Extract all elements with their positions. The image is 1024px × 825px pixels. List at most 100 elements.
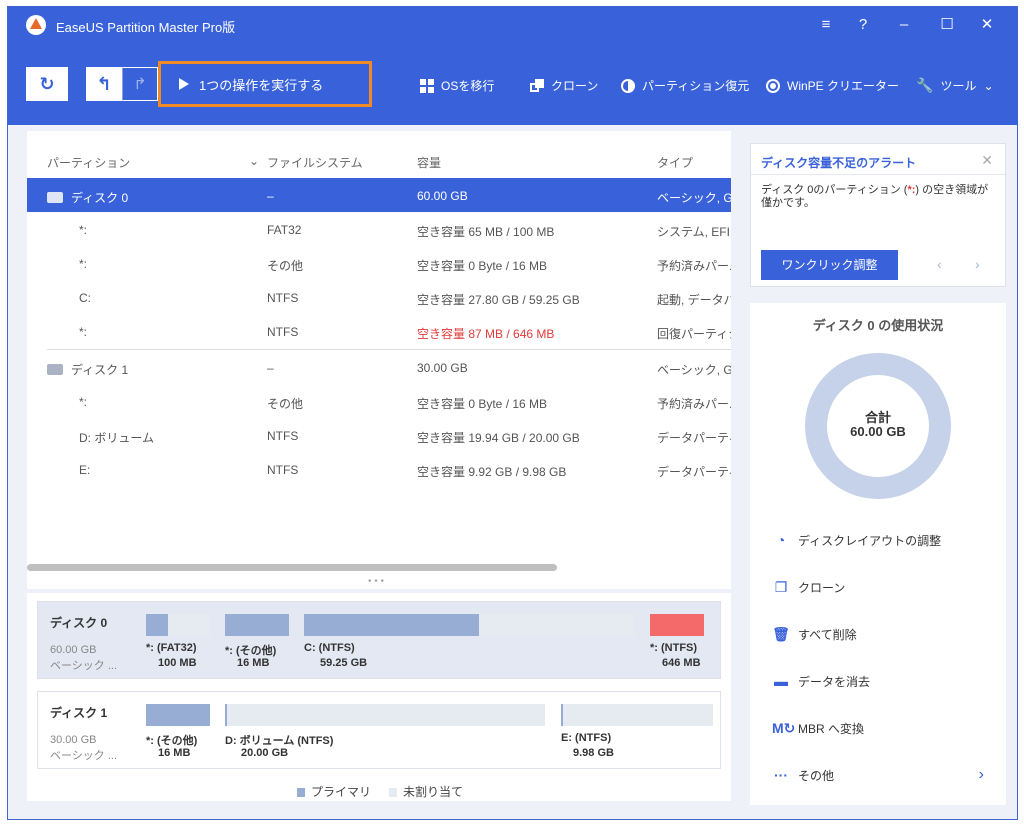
splitter-grip-icon[interactable]: • • • [368, 576, 384, 587]
partition-bar[interactable] [304, 614, 634, 636]
more-dots-icon: ··· [774, 767, 788, 783]
chevron-right-icon: › [978, 766, 984, 783]
partition-bar[interactable] [146, 614, 210, 636]
table-row-disk-0[interactable]: ディスク 0 – 60.00 GB ベーシック, GPT [27, 178, 731, 212]
row-filesystem: FAT32 [267, 223, 302, 237]
partition-bar-alert[interactable] [650, 614, 704, 636]
disk-name: ディスク 1 [50, 706, 108, 720]
row-type: 回復パーティシ... [657, 327, 731, 341]
partition-label: *: (NTFS) [650, 642, 698, 654]
partition-size: 9.98 GB [573, 747, 614, 759]
menu-icon[interactable]: ≡ [813, 13, 839, 37]
legend-swatch [389, 788, 398, 797]
low-space-alert: ディスク容量不足のアラート ✕ ディスク 0のパーティション (*:) の空き領… [750, 143, 1006, 287]
disk-map-disk-1[interactable]: ディスク 1 30.00 GB ベーシック ... *: (その他) 16 MB… [37, 691, 721, 769]
partition-label: *: (その他) [146, 735, 198, 747]
disk-map-legend: プライマリ 未割り当て [297, 783, 463, 800]
execute-label: 1つの操作を実行する [199, 77, 324, 93]
table-row[interactable]: *: その他 空き容量 0 Byte / 16 MB 予約済みパー... [27, 384, 731, 418]
eraser-icon: ▬ [774, 673, 788, 689]
row-name: *: [79, 257, 88, 271]
column-header-filesystem[interactable]: ファイルシステム [267, 154, 363, 171]
partition-bar[interactable] [225, 704, 545, 726]
table-row[interactable]: *: その他 空き容量 0 Byte / 16 MB 予約済みパー... [27, 246, 731, 280]
partition-bar[interactable] [146, 704, 210, 726]
convert-to-mbr-action[interactable]: M↻ MBR へ変換 [772, 719, 864, 737]
row-capacity-alert: 空き容量 87 MB / 646 MB [417, 327, 555, 341]
help-icon[interactable]: ? [850, 13, 876, 37]
refresh-icon: ↻ [39, 73, 55, 94]
partition-recovery-button[interactable]: パーティション復元 [621, 77, 749, 94]
total-label: 合計 [864, 410, 891, 425]
row-filesystem: – [267, 189, 274, 203]
winpe-creator-label: WinPE クリエーター [787, 79, 900, 93]
row-capacity: 60.00 GB [417, 189, 468, 203]
undo-button[interactable]: ↰ [86, 67, 122, 101]
refresh-button[interactable]: ↻ [26, 67, 68, 101]
clone-icon [530, 78, 544, 93]
chevron-right-icon[interactable]: › [975, 256, 980, 272]
title-bar: EaseUS Partition Master Pro版 ≡ ? – ☐ ✕ [8, 7, 1017, 43]
row-type: データパーティ... [657, 431, 731, 445]
row-name-cell: ディスク 0 [47, 189, 128, 206]
chevron-left-icon[interactable]: ‹ [937, 256, 942, 272]
partition-bar[interactable] [561, 704, 713, 726]
partition-size: 16 MB [237, 657, 270, 669]
close-icon[interactable]: ✕ [981, 152, 993, 169]
execute-operations-button[interactable]: 1つの操作を実行する [158, 61, 372, 107]
winpe-creator-button[interactable]: WinPE クリエーター [766, 77, 899, 94]
migrate-os-button[interactable]: OSを移行 [420, 77, 494, 94]
row-name: ディスク 0 [71, 191, 129, 205]
row-name: ディスク 1 [71, 363, 129, 377]
partition-label: D: ボリューム (NTFS) [225, 735, 334, 747]
row-filesystem: その他 [267, 259, 304, 273]
more-action[interactable]: ··· その他 › [772, 766, 984, 784]
column-header-type[interactable]: タイプ [657, 154, 693, 171]
redo-icon: ↱ [133, 76, 147, 93]
row-filesystem: NTFS [267, 463, 299, 477]
legend-primary: プライマリ [297, 783, 371, 800]
app-window: EaseUS Partition Master Pro版 ≡ ? – ☐ ✕ ↻… [7, 6, 1018, 820]
usage-total: 合計 60.00 GB [805, 411, 951, 439]
column-header-partition[interactable]: パーティション [47, 154, 130, 171]
horizontal-scrollbar[interactable] [27, 564, 557, 571]
row-name: *: [79, 395, 88, 409]
row-filesystem: – [267, 361, 274, 375]
table-row-disk-1[interactable]: ディスク 1 – 30.00 GB ベーシック, GPT [27, 350, 731, 384]
wipe-data-action[interactable]: ▬ データを消去 [772, 672, 870, 690]
minimize-icon[interactable]: – [891, 13, 917, 37]
adjust-layout-action[interactable]: ◔ ディスクレイアウトの調整 [772, 531, 941, 549]
winpe-icon [766, 78, 780, 93]
tools-menu[interactable]: 🔧 ツール ⌄ [916, 77, 994, 94]
table-row[interactable]: *: NTFS 空き容量 87 MB / 646 MB 回復パーティシ... [27, 314, 731, 348]
row-type: システム, EFI... [657, 225, 731, 239]
maximize-icon[interactable]: ☐ [934, 13, 960, 37]
partition-bar[interactable] [225, 614, 289, 636]
action-label: データを消去 [798, 674, 871, 689]
row-filesystem: その他 [267, 397, 304, 411]
table-row[interactable]: E: NTFS 空き容量 9.92 GB / 9.98 GB データパーティ..… [27, 452, 731, 486]
table-row[interactable]: *: FAT32 空き容量 65 MB / 100 MB システム, EFI..… [27, 212, 731, 246]
windows-icon [420, 78, 434, 93]
close-icon[interactable]: ✕ [974, 13, 1000, 37]
partition-list: パーティション ⌄ ファイルシステム 容量 タイプ ディスク 0 – 60.00… [27, 131, 731, 589]
disk-map-disk-0[interactable]: ディスク 0 60.00 GB ベーシック ... *: (FAT32) 100… [37, 601, 721, 679]
sort-chevron-icon[interactable]: ⌄ [249, 154, 259, 168]
table-row[interactable]: D: ボリューム NTFS 空き容量 19.94 GB / 20.00 GB デ… [27, 418, 731, 452]
clone-button[interactable]: クローン [530, 77, 598, 94]
action-label: すべて削除 [798, 627, 857, 642]
disk-usage-panel: ディスク 0 の使用状況 合計 60.00 GB ◔ ディスクレイアウトの調整 … [750, 303, 1006, 805]
one-click-adjust-button[interactable]: ワンクリック調整 [761, 250, 898, 280]
partition-label: E: (NTFS) [561, 732, 612, 744]
clone-action[interactable]: ❐ クローン [772, 578, 846, 596]
table-row[interactable]: C: NTFS 空き容量 27.80 GB / 59.25 GB 起動, データ… [27, 280, 731, 314]
column-header-capacity[interactable]: 容量 [417, 154, 441, 171]
delete-all-action[interactable]: 🗑 すべて削除 [772, 625, 857, 643]
row-capacity: 空き容量 65 MB / 100 MB [417, 225, 555, 239]
redo-button[interactable]: ↱ [122, 67, 158, 101]
pie-chart-icon [621, 78, 635, 93]
divider [751, 174, 1005, 175]
row-type: 起動, データパ... [657, 293, 731, 307]
row-capacity: 空き容量 9.92 GB / 9.98 GB [417, 465, 567, 479]
legend-swatch [297, 788, 305, 797]
